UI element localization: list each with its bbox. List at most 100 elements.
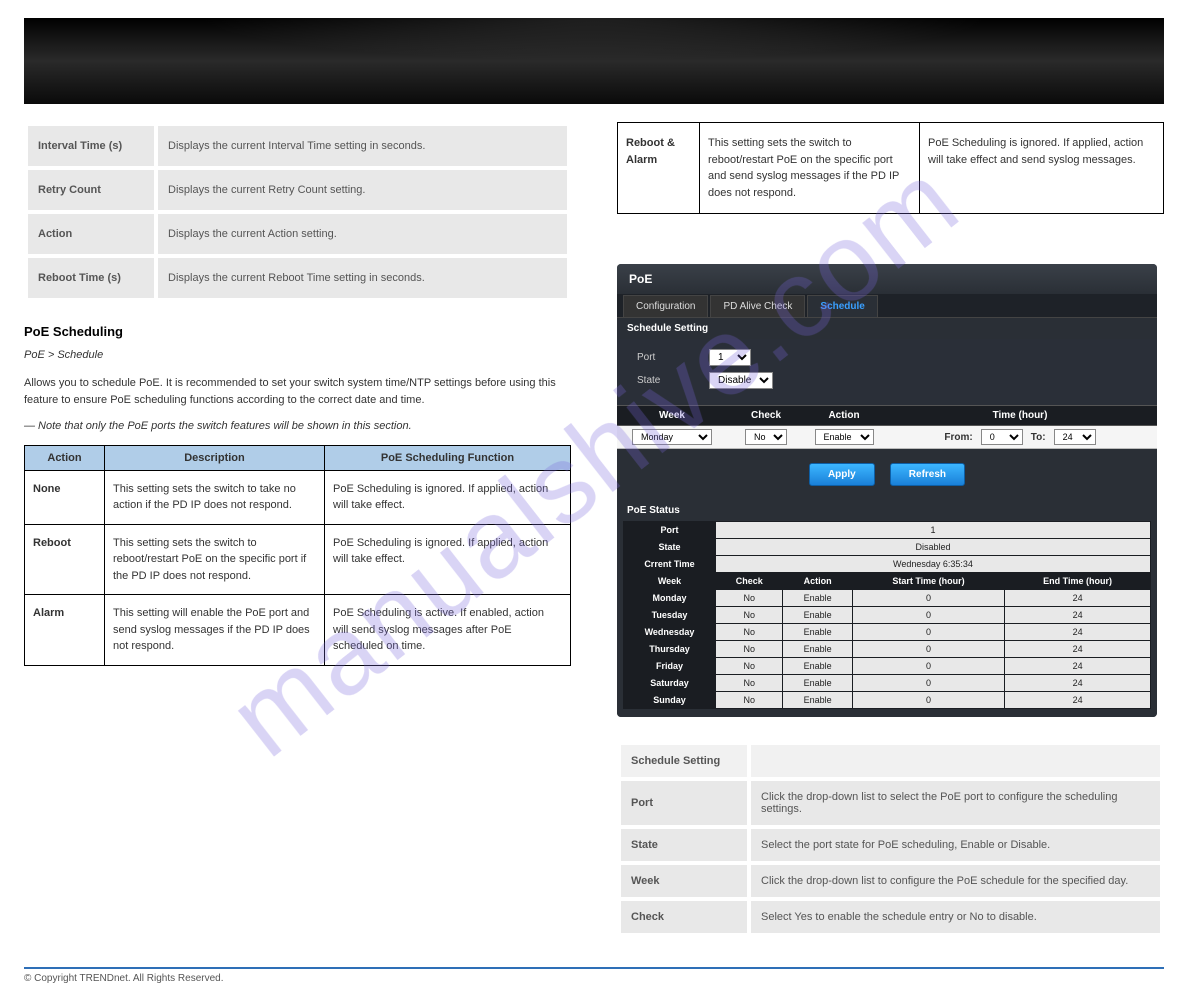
stat-start: 0 <box>852 641 1004 658</box>
stat-day: Thursday <box>624 641 716 658</box>
left-column: Interval Time (s)Displays the current In… <box>24 122 571 937</box>
stat-day: Wednesday <box>624 624 716 641</box>
stat-check: No <box>716 590 783 607</box>
grey-desc: Displays the current Interval Time setti… <box>156 124 569 168</box>
stat-check: No <box>716 641 783 658</box>
port-label: Port <box>637 352 709 363</box>
gh-check: Check <box>727 406 805 425</box>
grey-label: Reboot Time (s) <box>26 256 156 300</box>
week-select[interactable]: Monday <box>632 429 712 445</box>
stat-end: 24 <box>1005 658 1151 675</box>
to-select[interactable]: 24 <box>1054 429 1096 445</box>
stat-day: Friday <box>624 658 716 675</box>
gh-week: Week <box>617 406 727 425</box>
footer: © Copyright TRENDnet. All Rights Reserve… <box>24 967 1164 984</box>
stat-start: 0 <box>852 624 1004 641</box>
state-select[interactable]: Disable <box>709 372 773 389</box>
stat-check: No <box>716 658 783 675</box>
grey-label: Action <box>26 212 156 256</box>
stat-row-head: Crrent Time <box>624 556 716 573</box>
schedule-setting-header: Schedule Setting <box>617 318 1157 339</box>
stat-action: Enable <box>783 692 852 709</box>
port-select[interactable]: 1 <box>709 349 751 366</box>
intro-para-2-note: — Note that only the PoE ports the switc… <box>24 420 412 432</box>
stat-row-val: 1 <box>716 522 1151 539</box>
poe-app-screenshot: PoE Configuration PD Alive Check Schedul… <box>617 264 1157 717</box>
action-cell: None <box>25 470 105 524</box>
stat-action: Enable <box>783 658 852 675</box>
stat-start: 0 <box>852 692 1004 709</box>
stat-end: 24 <box>1005 590 1151 607</box>
breadcrumb: PoE > Schedule <box>24 349 571 361</box>
footer-copyright: © Copyright TRENDnet. All Rights Reserve… <box>24 973 223 984</box>
stat-start: 0 <box>852 658 1004 675</box>
action-cell: Reboot & Alarm <box>618 123 700 214</box>
action-description-table-cont: Reboot & AlarmThis setting sets the swit… <box>617 122 1164 214</box>
func-cell: PoE Scheduling is ignored. If applied, a… <box>325 524 571 595</box>
schedule-form: Port 1 State Disable <box>617 339 1157 405</box>
refresh-button[interactable]: Refresh <box>890 463 965 486</box>
from-label: From: <box>944 432 972 443</box>
to-label: To: <box>1031 432 1046 443</box>
schedule-grid-head: Week Check Action Time (hour) <box>617 405 1157 426</box>
desc-cell: This setting sets the switch to reboot/r… <box>700 123 920 214</box>
func-cell: PoE Scheduling is ignored. If applied, a… <box>920 123 1164 214</box>
app-tabs: Configuration PD Alive Check Schedule <box>617 294 1157 318</box>
apply-button[interactable]: Apply <box>809 463 875 486</box>
stat-start: 0 <box>852 607 1004 624</box>
stat-action: Enable <box>783 675 852 692</box>
settings-label: Check <box>619 899 749 935</box>
action-description-table: Action Description PoE Scheduling Functi… <box>24 445 571 666</box>
right-column: Reboot & AlarmThis setting sets the swit… <box>617 122 1164 937</box>
from-select[interactable]: 0 <box>981 429 1023 445</box>
stat-row-val: Wednesday 6:35:34 <box>716 556 1151 573</box>
stat-week-head: Week <box>624 573 716 590</box>
settings-label: Week <box>619 863 749 899</box>
poe-status-table: Port1StateDisabledCrrent TimeWednesday 6… <box>623 521 1151 709</box>
intro-para-2: — Note that only the PoE ports the switc… <box>24 418 571 435</box>
tab-configuration[interactable]: Configuration <box>623 295 708 317</box>
settings-label: State <box>619 827 749 863</box>
settings-desc: Click the drop-down list to configure th… <box>749 863 1162 899</box>
stat-day: Tuesday <box>624 607 716 624</box>
stat-col-head: Action <box>783 573 852 590</box>
stat-row-head: State <box>624 539 716 556</box>
stat-day: Sunday <box>624 692 716 709</box>
stat-check: No <box>716 692 783 709</box>
tab-pd-alive-check[interactable]: PD Alive Check <box>710 295 805 317</box>
stat-action: Enable <box>783 607 852 624</box>
settings-head-label: Schedule Setting <box>619 743 749 779</box>
stat-end: 24 <box>1005 607 1151 624</box>
grey-label: Interval Time (s) <box>26 124 156 168</box>
stat-end: 24 <box>1005 641 1151 658</box>
gh-action: Action <box>805 406 883 425</box>
stat-col-head: End Time (hour) <box>1005 573 1151 590</box>
top-banner <box>24 18 1164 104</box>
grey-desc: Displays the current Retry Count setting… <box>156 168 569 212</box>
port-row: Port 1 <box>637 349 1137 366</box>
stat-action: Enable <box>783 590 852 607</box>
stat-col-head: Start Time (hour) <box>852 573 1004 590</box>
state-row: State Disable <box>637 372 1137 389</box>
poe-status-body: Port1StateDisabledCrrent TimeWednesday 6… <box>617 521 1157 717</box>
col-action: Action <box>25 445 105 470</box>
section-heading: PoE Scheduling <box>24 324 571 339</box>
schedule-settings-table: Schedule SettingPortClick the drop-down … <box>617 741 1164 937</box>
app-title: PoE <box>617 264 1157 294</box>
intro-para-1: Allows you to schedule PoE. It is recomm… <box>24 375 571 408</box>
grey-label: Retry Count <box>26 168 156 212</box>
app-buttons: Apply Refresh <box>617 449 1157 500</box>
desc-cell: This setting will enable the PoE port an… <box>105 595 325 666</box>
tab-schedule[interactable]: Schedule <box>807 295 877 317</box>
stat-action: Enable <box>783 641 852 658</box>
stat-end: 24 <box>1005 675 1151 692</box>
content-columns: Interval Time (s)Displays the current In… <box>24 104 1164 937</box>
stat-check: No <box>716 607 783 624</box>
stat-col-head: Check <box>716 573 783 590</box>
gh-time: Time (hour) <box>883 406 1157 425</box>
col-poe-func: PoE Scheduling Function <box>325 445 571 470</box>
grey-desc: Displays the current Reboot Time setting… <box>156 256 569 300</box>
check-select[interactable]: No <box>745 429 787 445</box>
schedule-grid-row: Monday No Enable From: 0 To: 24 <box>617 426 1157 449</box>
action-select[interactable]: Enable <box>815 429 874 445</box>
